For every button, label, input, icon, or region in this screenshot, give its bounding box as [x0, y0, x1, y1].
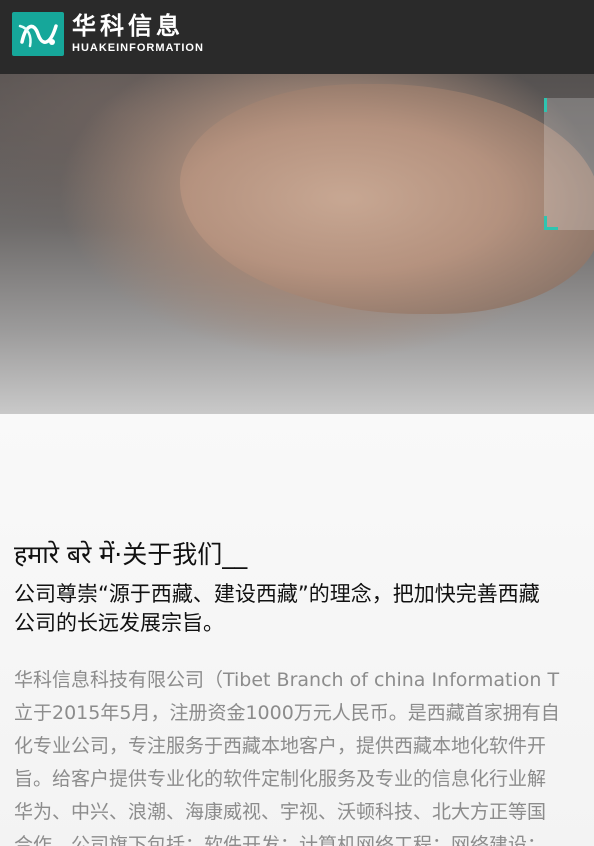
bracket-top-line	[544, 98, 547, 112]
lead-line: 公司的长远发展宗旨。	[14, 611, 224, 635]
lead-line: 公司尊崇“源于西藏、建设西藏”的理念，把加快完善西藏	[14, 582, 540, 606]
body-line: 旨。给客户提供专业化的软件定制化服务及专业的信息化行业解	[14, 768, 547, 790]
about-lead: 公司尊崇“源于西藏、建设西藏”的理念，把加快完善西藏 公司的长远发展宗旨。	[14, 580, 594, 638]
bracket-bottom-foot	[544, 227, 558, 230]
about-title: हमारे बरे में·关于我们__	[14, 540, 248, 569]
body-line: 化专业公司，专注服务于西藏本地客户，提供西藏本地化软件开	[14, 735, 547, 757]
about-body: 华科信息科技有限公司（Tibet Branch of china Informa…	[14, 664, 594, 846]
site-logo[interactable]: 华科信息 HUAKEINFORMATION	[12, 12, 204, 56]
hk-logo-mark-icon	[12, 12, 64, 56]
hero-hand-image	[180, 84, 594, 314]
site-header: 华科信息 HUAKEINFORMATION	[0, 0, 594, 74]
logo-english-name: HUAKEINFORMATION	[72, 42, 204, 54]
body-line: 合作，公司旗下包括：软件开发；计算机网络工程；网络建设；	[14, 834, 547, 846]
body-line: 立于2015年5月，注册资金1000万元人民币。是西藏首家拥有自	[14, 702, 560, 724]
logo-text: 华科信息 HUAKEINFORMATION	[72, 13, 204, 55]
hero-frame-bracket	[544, 98, 594, 230]
logo-chinese-name: 华科信息	[72, 12, 184, 40]
hero-banner	[0, 74, 594, 414]
body-line: 华为、中兴、浪潮、海康威视、宇视、沃顿科技、北大方正等国	[14, 801, 547, 823]
page: 华科信息 HUAKEINFORMATION हमारे बरे में·关于我们…	[0, 0, 594, 846]
about-section: हमारे बरे में·关于我们__ 公司尊崇“源于西藏、建设西藏”的理念，…	[0, 414, 594, 846]
body-line: 华科信息科技有限公司（Tibet Branch of china Informa…	[14, 669, 560, 691]
